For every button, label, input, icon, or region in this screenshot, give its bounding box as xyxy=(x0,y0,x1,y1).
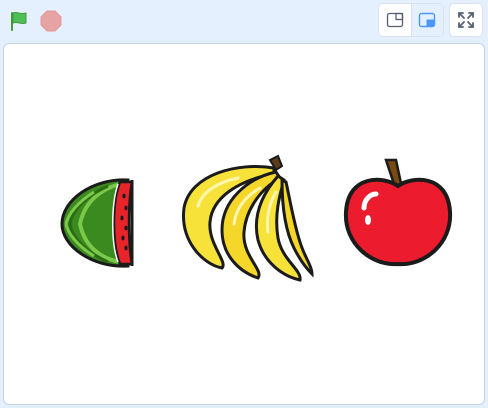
normal-stage-button[interactable] xyxy=(410,4,443,36)
watermelon-sprite[interactable] xyxy=(58,174,138,270)
fullscreen-icon xyxy=(458,12,474,28)
apple-sprite[interactable] xyxy=(342,156,454,272)
watermelon-icon xyxy=(60,178,134,268)
bananas-sprite[interactable] xyxy=(178,152,314,286)
small-stage-button[interactable] xyxy=(379,4,411,36)
normal-stage-icon xyxy=(419,12,436,28)
fullscreen-button[interactable] xyxy=(449,3,483,37)
green-flag-button[interactable] xyxy=(6,8,32,34)
stop-button[interactable] xyxy=(38,8,64,34)
stage-canvas[interactable] xyxy=(3,43,485,405)
small-stage-icon xyxy=(386,12,404,28)
bananas-icon xyxy=(182,154,314,282)
apple-icon xyxy=(343,158,453,267)
stop-sign-icon xyxy=(40,10,62,32)
stage-size-toggle xyxy=(378,3,444,37)
green-flag-icon xyxy=(11,11,27,31)
stage-toolbar xyxy=(0,0,488,42)
